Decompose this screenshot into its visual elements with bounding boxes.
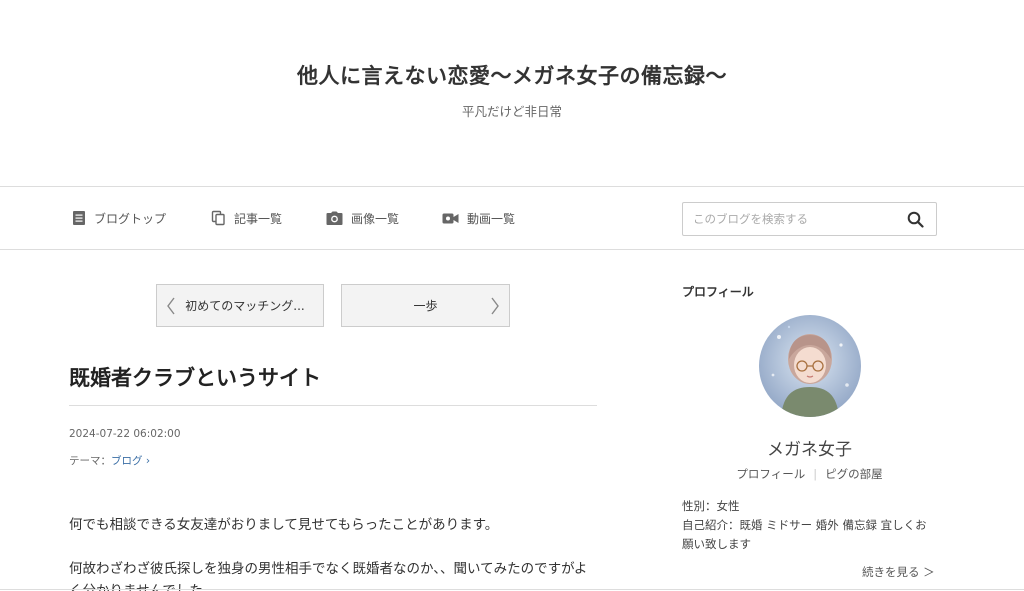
nav-item-videos[interactable]: 動画一覧 [442, 187, 515, 249]
bottom-divider [0, 589, 1024, 590]
theme-label: テーマ： [69, 455, 111, 467]
nav-item-blog-top[interactable]: ブログトップ [72, 187, 166, 249]
profile-gender: 性別：女性 [682, 499, 740, 513]
profile-intro: 自己紹介：既婚 ミドサー 婚外 備忘録 宜しくお願い致します [682, 518, 927, 551]
video-icon [442, 213, 459, 223]
nav-label: 記事一覧 [234, 211, 283, 226]
prev-article-label: 初めてのマッチング... [185, 299, 305, 313]
article-paragraph: 何でも相談できる女友達がおりまして見せてもらったことがあります。 [69, 517, 499, 533]
article-date: 2024-07-22 06:02:00 [69, 428, 181, 440]
search-input[interactable] [683, 204, 893, 234]
nav-label: 動画一覧 [467, 211, 516, 226]
document-icon [73, 211, 85, 225]
profile-link[interactable]: プロフィール [736, 467, 805, 481]
nav-label: 画像一覧 [351, 211, 400, 226]
avatar[interactable] [759, 315, 861, 417]
article-theme: テーマ：ブログ › [69, 453, 150, 468]
chevron-right-icon [491, 297, 499, 315]
article-title: 既婚者クラブというサイト [69, 366, 321, 390]
title-divider [69, 405, 597, 406]
read-more-link[interactable]: 続きを見る ＞ [862, 564, 935, 580]
next-article-label: 一歩 [413, 299, 438, 313]
blog-title[interactable]: 他人に言えない恋愛〜メガネ女子の備忘録〜 [0, 60, 1024, 90]
copy-icon [211, 210, 225, 226]
pigg-room-link[interactable]: ピグの部屋 [825, 467, 883, 481]
profile-links: プロフィール | ピグの部屋 [736, 467, 883, 481]
nav-item-articles[interactable]: 記事一覧 [211, 187, 282, 249]
prev-article-button[interactable]: 初めてのマッチング... [156, 284, 324, 327]
blog-header: 他人に言えない恋愛〜メガネ女子の備忘録〜 平凡だけど非日常 [0, 0, 1024, 187]
theme-link[interactable]: ブログ › [111, 455, 150, 467]
nav-bar: ブログトップ 記事一覧 画像一覧 動画一覧 [0, 186, 1024, 250]
article-paragraph: 何故わざわざ彼氏探しを独身の男性相手でなく既婚者なのか、、聞いてみたのですがよく… [69, 561, 588, 591]
nav-label: ブログトップ [94, 211, 167, 226]
next-article-button[interactable]: 一歩 [341, 284, 510, 327]
blog-search [682, 202, 937, 236]
search-icon[interactable] [907, 211, 924, 228]
chevron-left-icon [167, 297, 175, 315]
nav-item-images[interactable]: 画像一覧 [326, 187, 399, 249]
blog-subtitle: 平凡だけど非日常 [461, 104, 562, 119]
camera-icon [326, 211, 343, 225]
profile-name[interactable]: メガネ女子 [682, 435, 937, 460]
sidebar-heading: プロフィール [682, 285, 754, 299]
